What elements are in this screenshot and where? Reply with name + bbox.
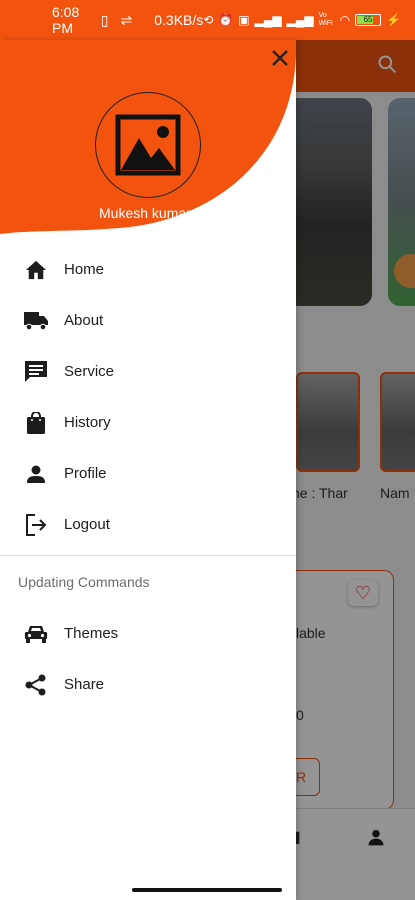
menu-item-service[interactable]: Service xyxy=(0,346,296,397)
menu-item-profile[interactable]: Profile xyxy=(0,448,296,499)
menu-item-label: Themes xyxy=(64,625,119,642)
person-icon xyxy=(24,462,48,486)
status-bar: 6:08 PM ▯ ⇌ 0.3KB/s ⟲ ⏰ ▣ ▂▄▆ ▂▄▆ Vo WiF… xyxy=(0,0,415,40)
user-name: Mukesh kumar xyxy=(99,205,191,221)
signal-icon: ▂▄▆ xyxy=(254,13,282,27)
drawer-header: Mukesh kumar xyxy=(0,40,296,236)
logout-icon xyxy=(24,513,48,537)
truck-icon xyxy=(24,309,48,333)
section-title: Updating Commands xyxy=(18,574,150,590)
scrim-overlay[interactable] xyxy=(296,40,415,900)
menu-item-home[interactable]: Home xyxy=(0,244,296,295)
menu-item-share[interactable]: Share xyxy=(0,659,296,710)
status-icons: ⟲ ⏰ ▣ ▂▄▆ ▂▄▆ Vo WiFi ◠ 65 ⚡ xyxy=(203,12,401,28)
close-drawer-button[interactable] xyxy=(268,46,292,70)
menu-item-logout[interactable]: Logout xyxy=(0,499,296,550)
shopping-bag-icon xyxy=(24,411,48,435)
menu-item-history[interactable]: History xyxy=(0,397,296,448)
home-icon xyxy=(24,258,48,282)
menu-item-label: Service xyxy=(64,363,115,380)
close-icon xyxy=(272,50,288,66)
secondary-menu: Themes Share xyxy=(0,608,296,710)
battery-level: 65 xyxy=(363,15,373,24)
menu-item-label: Share xyxy=(64,676,105,693)
menu-item-label: History xyxy=(64,414,111,431)
sim-icon: ▯ xyxy=(100,11,109,28)
message-icon xyxy=(24,360,48,384)
menu-item-label: Profile xyxy=(64,465,107,482)
volte-icon: Vo WiFi xyxy=(318,12,333,27)
signal-2-icon: ▂▄▆ xyxy=(286,13,314,27)
drawer-menu: Home About Service History Profile Logou… xyxy=(0,244,296,550)
app-icon: ▣ xyxy=(238,13,250,27)
status-time: 6:08 PM xyxy=(52,4,80,36)
menu-item-label: Logout xyxy=(64,516,110,533)
menu-item-label: About xyxy=(64,312,104,329)
net-speed: 0.3KB/s xyxy=(154,12,204,28)
wifi-icon: ◠ xyxy=(339,13,351,27)
menu-item-about[interactable]: About xyxy=(0,295,296,346)
alarm-icon: ⏰ xyxy=(218,13,234,27)
navigation-drawer: Mukesh kumar Home About Service History xyxy=(0,40,296,900)
avatar[interactable] xyxy=(95,92,201,198)
data-saver-icon: ⇌ xyxy=(120,11,133,28)
home-indicator[interactable] xyxy=(132,888,282,892)
menu-item-themes[interactable]: Themes xyxy=(0,608,296,659)
image-placeholder-icon xyxy=(115,114,181,176)
sync-icon: ⟲ xyxy=(203,13,214,27)
menu-divider xyxy=(0,555,296,556)
share-icon xyxy=(24,673,48,697)
charging-icon: ⚡ xyxy=(386,13,401,27)
menu-item-label: Home xyxy=(64,261,105,278)
battery-icon: 65 xyxy=(355,14,382,26)
car-icon xyxy=(24,622,48,646)
